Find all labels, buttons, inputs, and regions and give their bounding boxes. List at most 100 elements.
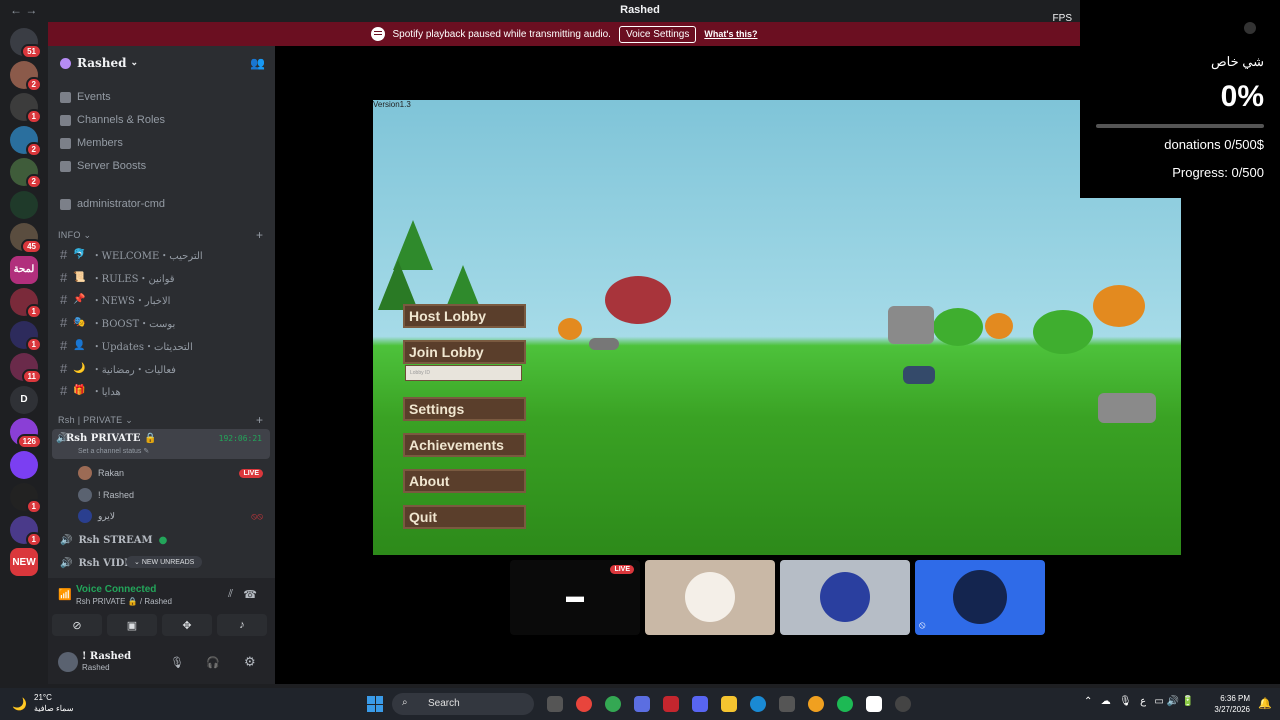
- server-icon[interactable]: 2: [10, 60, 42, 92]
- tile-stream[interactable]: ▬ LIVE: [510, 560, 640, 635]
- spotify-icon[interactable]: [837, 696, 853, 712]
- server-icon[interactable]: 45: [10, 223, 42, 254]
- voice-channel-stream[interactable]: 🔊 Rsh STREAM ●: [60, 535, 167, 546]
- lobby-id-input[interactable]: Lobby ID: [405, 365, 522, 381]
- join-lobby-button[interactable]: Join Lobby: [403, 340, 526, 364]
- channel-status[interactable]: Set a channel status ✎: [78, 447, 149, 455]
- taskbar-clock[interactable]: 6:36 PM 3/27/2026: [1214, 693, 1250, 715]
- server-icon[interactable]: 1: [10, 288, 42, 319]
- microphone-icon[interactable]: 🎙: [170, 656, 184, 669]
- channel-label: ・BOOST・بوست: [91, 319, 176, 331]
- voice-location[interactable]: Rsh PRIVATE 🔒 / Rashed: [76, 597, 172, 606]
- soundboard-button[interactable]: ♪: [217, 614, 267, 636]
- tile-lairo[interactable]: ⦸: [915, 560, 1045, 635]
- menu-events[interactable]: Events: [60, 91, 111, 103]
- server-icon[interactable]: 2: [10, 125, 42, 157]
- text-channel[interactable]: # 📜 ・RULES・قوانين: [60, 270, 175, 285]
- disconnect-icon[interactable]: ☎: [243, 588, 257, 601]
- new-unreads-pill[interactable]: ⌄ NEW UNREADS: [126, 556, 203, 568]
- category-private[interactable]: Rsh | PRIVATE ⌄: [58, 415, 133, 426]
- weather-widget[interactable]: 21°C سماء صافية: [34, 692, 74, 714]
- server-icon[interactable]: 51: [10, 28, 42, 59]
- server-icon[interactable]: 1: [10, 483, 42, 514]
- app-icon[interactable]: [808, 696, 824, 712]
- add-channel-icon[interactable]: +: [256, 228, 263, 242]
- signal-icon[interactable]: 📶: [58, 588, 72, 601]
- text-channel[interactable]: # 👤 ・Updates・التحديثات: [60, 338, 193, 353]
- server-icon[interactable]: [10, 190, 38, 219]
- voice-user-lairo[interactable]: لايرو ⦸⦸: [78, 509, 263, 523]
- camera-off-button[interactable]: ⊘: [52, 614, 102, 636]
- headphones-icon[interactable]: 🎧: [206, 656, 220, 669]
- server-icon[interactable]: D: [10, 385, 38, 414]
- start-button[interactable]: [367, 696, 383, 712]
- category-info[interactable]: INFO ⌄: [58, 230, 91, 241]
- discord-icon[interactable]: [692, 696, 708, 712]
- voice-channel-vide[interactable]: 🔊 Rsh VIDE: [60, 558, 132, 569]
- clock-time: 6:36 PM: [1220, 694, 1250, 703]
- activities-button[interactable]: ✥: [162, 614, 212, 636]
- edge-icon[interactable]: [750, 696, 766, 712]
- mention-badge: 126: [16, 434, 42, 449]
- text-channel[interactable]: # 📌 ・NEWS・الاخبار: [60, 292, 170, 307]
- text-channel[interactable]: # 🎁 ・هدايا: [60, 383, 121, 398]
- add-channel-icon[interactable]: +: [256, 413, 263, 427]
- noise-suppression-icon[interactable]: ⫽: [228, 588, 233, 601]
- scenery-tree-red: [605, 276, 671, 324]
- server-icon[interactable]: NEW: [10, 548, 38, 576]
- settings-button[interactable]: Settings: [403, 397, 526, 421]
- file-explorer-icon[interactable]: [721, 696, 737, 712]
- scenery-tree: [1033, 310, 1093, 354]
- text-channel[interactable]: # 🎭 ・BOOST・بوست: [60, 315, 175, 330]
- server-icon[interactable]: 2: [10, 158, 42, 189]
- server-icon[interactable]: 11: [10, 353, 42, 384]
- menu-server-boosts[interactable]: Server Boosts: [60, 160, 146, 172]
- copilot-icon[interactable]: [634, 696, 650, 712]
- text-channel[interactable]: # 🐬 ・WELCOME・الترحيب: [60, 247, 203, 262]
- game-stream[interactable]: Version1.3 Host Lobby Join Lobby Lobby I…: [373, 100, 1181, 555]
- scenery-tree: [933, 308, 983, 346]
- chrome-icon[interactable]: [576, 696, 592, 712]
- unreads-label: NEW UNREADS: [141, 559, 195, 566]
- taskbar-search[interactable]: ⌕ Search: [392, 693, 534, 715]
- menu-channels-roles[interactable]: Channels & Roles: [60, 114, 165, 126]
- overlay-percent: 0%: [1220, 80, 1264, 113]
- voice-user-rakan[interactable]: Rakan LIVE: [78, 466, 263, 480]
- store-icon[interactable]: [779, 696, 795, 712]
- voice-user-rashed[interactable]: ! Rashed: [78, 488, 134, 502]
- quit-button[interactable]: Quit: [403, 505, 526, 529]
- task-view-icon[interactable]: [547, 696, 563, 712]
- menu-label: Members: [77, 137, 123, 149]
- system-tray[interactable]: ⌃ ☁ 🎙 ع ▭ 🔊 🔋: [1084, 696, 1194, 707]
- user-area[interactable]: ! Rashed Rashed 🎙 🎧 ⚙: [48, 642, 275, 684]
- overlay-progress: Progress: 0/500: [1172, 165, 1264, 180]
- invite-icon[interactable]: 👥: [250, 56, 265, 70]
- share-screen-button[interactable]: ▣: [107, 614, 157, 636]
- server-icon[interactable]: 1: [10, 515, 42, 547]
- acrobat-icon[interactable]: [663, 696, 679, 712]
- achievements-button[interactable]: Achievements: [403, 433, 526, 457]
- server-icon[interactable]: 126: [10, 418, 42, 449]
- about-button[interactable]: About: [403, 469, 526, 493]
- app-icon[interactable]: [866, 696, 882, 712]
- tile-rakan[interactable]: [645, 560, 775, 635]
- tile-rashed[interactable]: [780, 560, 910, 635]
- server-icon[interactable]: [10, 450, 38, 479]
- notification-bell-icon[interactable]: 🔔: [1258, 697, 1272, 710]
- server-icon[interactable]: 1: [10, 93, 42, 124]
- voice-settings-button[interactable]: Voice Settings: [618, 25, 697, 43]
- weather-temp: 21°C: [34, 693, 52, 702]
- chrome-icon[interactable]: [605, 696, 621, 712]
- settings-gear-icon[interactable]: ⚙: [244, 654, 256, 670]
- channel-administrator-cmd[interactable]: administrator-cmd: [60, 198, 165, 210]
- host-lobby-button[interactable]: Host Lobby: [403, 304, 526, 328]
- obs-icon[interactable]: [895, 696, 911, 712]
- voice-channel-active[interactable]: 🔊 Rsh PRIVATE 🔒 Set a channel status ✎ 1…: [52, 429, 270, 459]
- server-icon[interactable]: لمحة: [10, 255, 38, 284]
- guild-header[interactable]: Rashed ⌄ 👥: [48, 46, 275, 80]
- whats-this-link[interactable]: What's this?: [704, 29, 757, 39]
- server-icon[interactable]: 1: [10, 320, 42, 352]
- text-channel[interactable]: # 🌙 ・فعاليات・رمضانية: [60, 361, 176, 376]
- menu-members[interactable]: Members: [60, 137, 123, 149]
- channel-emoji: 🎭: [73, 317, 86, 329]
